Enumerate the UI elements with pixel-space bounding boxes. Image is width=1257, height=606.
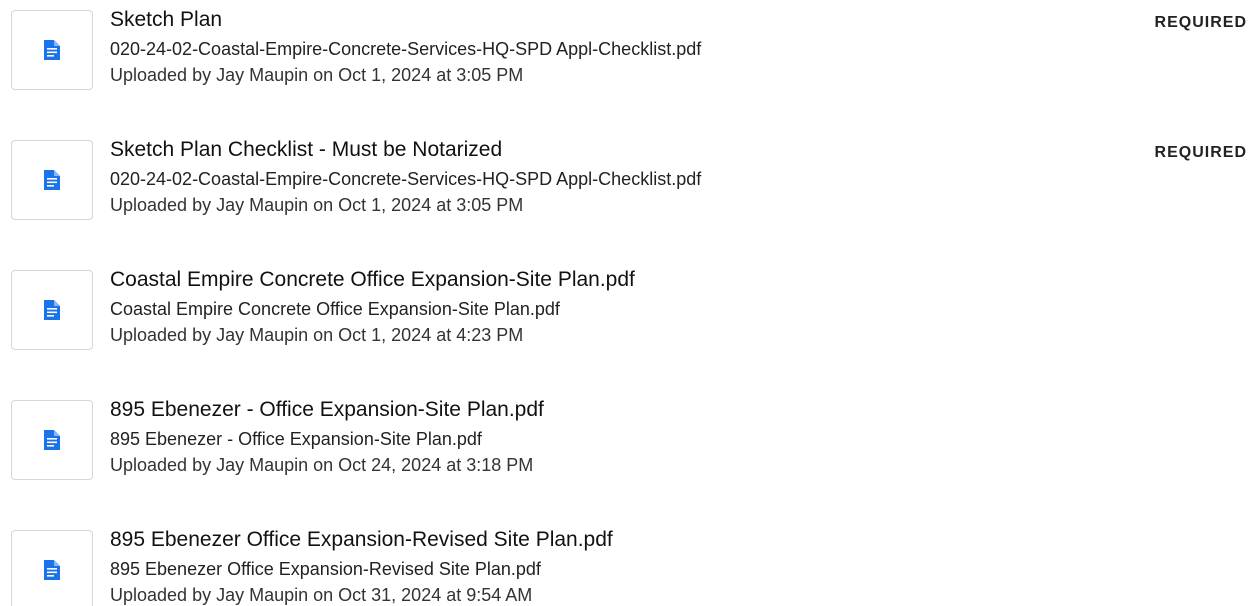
document-title[interactable]: 895 Ebenezer Office Expansion-Revised Si… [110,528,613,552]
document-item[interactable]: Coastal Empire Concrete Office Expansion… [0,260,1257,352]
document-icon [44,170,60,190]
document-filename: Coastal Empire Concrete Office Expansion… [110,299,560,319]
document-thumbnail[interactable] [11,10,93,90]
document-upload-info: Uploaded by Jay Maupin on Oct 1, 2024 at… [110,325,524,345]
document-icon [44,300,60,320]
document-filename: 020-24-02-Coastal-Empire-Concrete-Servic… [110,39,702,59]
document-filename: 895 Ebenezer Office Expansion-Revised Si… [110,559,541,579]
document-list: Sketch Plan 020-24-02-Coastal-Empire-Con… [0,0,1257,606]
document-icon [44,430,60,450]
document-title[interactable]: Sketch Plan Checklist - Must be Notarize… [110,138,502,162]
document-upload-info: Uploaded by Jay Maupin on Oct 1, 2024 at… [110,65,524,85]
document-item[interactable]: Sketch Plan 020-24-02-Coastal-Empire-Con… [0,0,1257,92]
document-thumbnail[interactable] [11,400,93,480]
document-icon [44,560,60,580]
required-badge: REQUIRED [1154,14,1247,31]
document-thumbnail[interactable] [11,530,93,606]
document-icon [44,40,60,60]
document-upload-info: Uploaded by Jay Maupin on Oct 24, 2024 a… [110,455,534,475]
document-item[interactable]: Sketch Plan Checklist - Must be Notarize… [0,130,1257,222]
document-upload-info: Uploaded by Jay Maupin on Oct 1, 2024 at… [110,195,524,215]
document-title[interactable]: Sketch Plan [110,8,222,32]
document-item[interactable]: 895 Ebenezer - Office Expansion-Site Pla… [0,390,1257,482]
document-title[interactable]: Coastal Empire Concrete Office Expansion… [110,268,635,292]
document-filename: 895 Ebenezer - Office Expansion-Site Pla… [110,429,482,449]
document-filename: 020-24-02-Coastal-Empire-Concrete-Servic… [110,169,702,189]
document-upload-info: Uploaded by Jay Maupin on Oct 31, 2024 a… [110,585,533,605]
document-thumbnail[interactable] [11,140,93,220]
document-item[interactable]: 895 Ebenezer Office Expansion-Revised Si… [0,520,1257,606]
required-badge: REQUIRED [1154,144,1247,161]
document-thumbnail[interactable] [11,270,93,350]
document-title[interactable]: 895 Ebenezer - Office Expansion-Site Pla… [110,398,544,422]
